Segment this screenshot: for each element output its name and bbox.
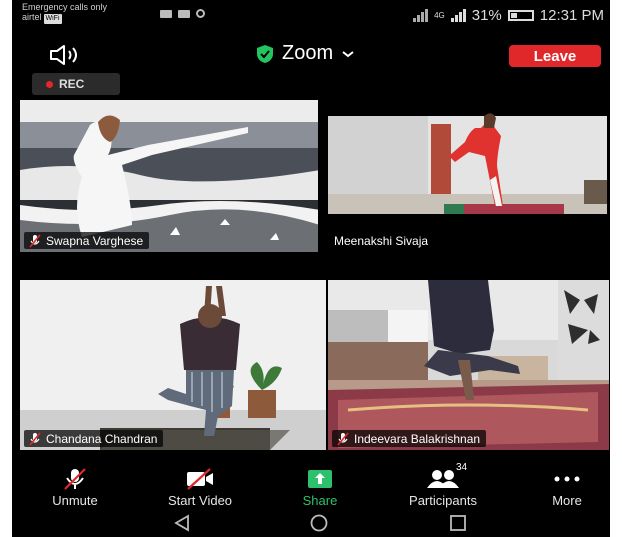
video-feed-beach — [20, 100, 318, 252]
participant-name-tag: Indeevara Balakrishnan — [332, 430, 487, 447]
more-dots-icon — [552, 468, 582, 490]
emergency-notice: Emergency calls only — [22, 2, 108, 12]
video-feed-room — [20, 280, 326, 450]
status-right: 4G 31% 12:31 PM — [413, 7, 604, 24]
system-nav-bar — [12, 510, 610, 537]
recording-dot-icon — [46, 80, 53, 88]
mic-off-icon — [28, 431, 42, 446]
chevron-down-icon — [342, 50, 354, 57]
meeting-title-dropdown[interactable]: Zoom — [256, 42, 355, 65]
participants-label: Participants — [409, 493, 477, 508]
start-video-label: Start Video — [167, 493, 233, 508]
participant-name: Chandana Chandran — [46, 431, 158, 446]
status-bar: Emergency calls only airtel WiFi 4G 31% 1… — [12, 0, 610, 32]
notification-icons — [160, 9, 205, 18]
phone-screen: Emergency calls only airtel WiFi 4G 31% 1… — [12, 0, 610, 537]
battery-icon — [507, 10, 534, 21]
video-feed-room — [326, 80, 609, 252]
participant-tile-1[interactable]: Swapna Varghese — [20, 100, 318, 252]
participant-name: Swapna Varghese — [46, 233, 144, 248]
share-arrow-icon — [307, 468, 333, 490]
mic-off-icon — [28, 233, 42, 248]
carrier-tag: WiFi — [43, 14, 62, 24]
shield-check-icon — [257, 44, 273, 63]
message-notification-icon — [178, 9, 190, 18]
settings-notification-icon — [196, 9, 205, 18]
battery-percent: 31% — [471, 7, 502, 24]
participant-name-tag: Chandana Chandran — [24, 430, 164, 447]
recording-indicator: REC — [32, 73, 120, 95]
home-icon[interactable] — [308, 514, 330, 537]
battery-fill — [510, 13, 517, 18]
meeting-title: Zoom — [282, 42, 334, 64]
leave-button[interactable]: Leave — [509, 45, 601, 67]
participants-button[interactable]: 34 Participants — [388, 462, 498, 510]
share-button[interactable]: Share — [265, 468, 375, 510]
clock: 12:31 PM — [539, 7, 604, 24]
signal-icon — [413, 9, 429, 22]
recents-icon[interactable] — [448, 514, 468, 537]
more-button[interactable]: More — [512, 468, 610, 510]
participant-tile-2[interactable]: Meenakshi Sivaja — [326, 80, 609, 252]
network-label: 4G — [434, 11, 445, 20]
unmute-label: Unmute — [52, 493, 98, 508]
meeting-toolbar: Unmute Start Video Share 34 Participants — [12, 462, 610, 510]
participants-count: 34 — [456, 462, 468, 473]
status-left: Emergency calls only airtel WiFi — [22, 2, 107, 24]
participant-tile-3[interactable]: Chandana Chandran — [20, 280, 326, 450]
carrier-name: airtel — [22, 12, 42, 22]
meeting-header: Zoom Leave — [12, 38, 610, 72]
participant-name-tag: Swapna Varghese — [24, 232, 150, 249]
unmute-button[interactable]: Unmute — [20, 468, 130, 510]
video-notification-icon — [160, 9, 172, 18]
signal-icon-2 — [450, 9, 466, 22]
people-icon: 34 — [426, 462, 467, 490]
more-label: More — [552, 493, 582, 508]
video-off-icon — [185, 468, 215, 490]
participant-name: Indeevara Balakrishnan — [354, 431, 481, 446]
video-feed-room — [328, 280, 609, 450]
back-icon[interactable] — [172, 514, 192, 537]
mic-off-icon — [62, 468, 88, 490]
participant-name-tag: Meenakshi Sivaja — [330, 232, 434, 249]
recording-label: REC — [59, 77, 85, 91]
participant-name: Meenakshi Sivaja — [334, 233, 429, 248]
mic-off-icon — [336, 431, 350, 446]
start-video-button[interactable]: Start Video — [145, 468, 255, 510]
share-label: Share — [302, 493, 338, 508]
speaker-icon[interactable] — [48, 44, 82, 66]
participant-tile-4[interactable]: Indeevara Balakrishnan — [328, 280, 609, 450]
